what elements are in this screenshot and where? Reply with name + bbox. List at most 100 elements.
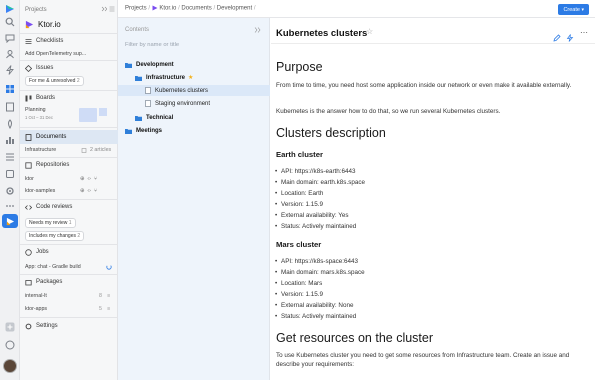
create-button[interactable]: Create ▾ — [558, 4, 589, 15]
contents-panel: Contents Filter by name or title Develop… — [118, 18, 270, 380]
package-row[interactable]: ktor-apps 5 ≡ — [20, 304, 118, 314]
people-icon[interactable] — [5, 49, 15, 59]
review-filter-pill[interactable]: Includes my changes 2 — [25, 231, 85, 241]
tree-item-kubernetes-clusters[interactable]: Kubernetes clusters — [118, 85, 270, 96]
breadcrumb-separator: / — [253, 5, 256, 12]
checklist-icon[interactable] — [5, 152, 15, 162]
menu-icon[interactable] — [109, 6, 115, 12]
lightning-icon[interactable] — [5, 65, 15, 75]
book-icon[interactable] — [5, 102, 15, 112]
collapse-icon[interactable] — [101, 6, 108, 12]
doc-count: 2 articles — [90, 147, 112, 153]
package-menu-icon[interactable]: ≡ — [107, 306, 110, 312]
doc-folder-row[interactable]: Infrastructure 2 articles — [20, 145, 118, 155]
tree-item-staging-environment[interactable]: Staging environment — [118, 98, 270, 109]
packages-section[interactable]: Packages — [20, 276, 118, 288]
issues-icon — [25, 64, 32, 72]
repository-icon — [25, 161, 32, 169]
repositories-section[interactable]: Repositories — [20, 159, 118, 171]
review-filter-pill[interactable]: Needs my review 1 — [25, 218, 76, 228]
checklist-icon — [25, 38, 32, 45]
list-item: Location: Earth — [275, 190, 323, 197]
breadcrumb-development[interactable]: Development — [217, 6, 252, 12]
review-filter-label: Includes my changes — [29, 233, 76, 239]
doc-folder-name: Infrastructure — [25, 147, 57, 153]
repo-actions-icon[interactable]: ⊕ ‹› ⑂ — [80, 188, 97, 194]
breadcrumb-projects[interactable]: Projects — [125, 6, 147, 12]
repo-actions-icon[interactable]: ⊕ ‹› ⑂ — [80, 176, 97, 182]
paragraph: From time to time, you need host some ap… — [276, 82, 572, 89]
issues-filter-pill[interactable]: For me & unresolved 2 — [25, 76, 84, 86]
breadcrumb-project[interactable]: Ktor.io — [159, 6, 176, 12]
issues-filter[interactable]: For me & unresolved 2 — [20, 76, 118, 86]
more-options-icon[interactable]: ⋯ — [580, 28, 588, 37]
more-icon[interactable] — [5, 201, 15, 211]
chart-icon[interactable] — [5, 135, 15, 145]
rocket-icon[interactable] — [5, 119, 15, 129]
package-count: 5 — [99, 306, 102, 312]
document-title: Kubernetes clusters — [276, 28, 368, 39]
breadcrumb-documents[interactable]: Documents — [181, 6, 211, 12]
boards-label: Boards — [36, 95, 56, 101]
package-menu-icon[interactable]: ≡ — [107, 293, 110, 299]
documents-label: Documents — [36, 134, 67, 140]
tree-item-infrastructure[interactable]: Infrastructure ★ — [118, 72, 270, 83]
tree-item-development[interactable]: Development — [118, 59, 270, 70]
checklist-item[interactable]: Add OpenTelemetry sup... — [20, 49, 118, 59]
settings-gear-icon[interactable] — [5, 186, 15, 196]
packages-label: Packages — [36, 279, 63, 285]
chat-icon[interactable] — [5, 33, 15, 43]
checklists-section[interactable]: Checklists — [20, 35, 118, 47]
tree-item-label: Technical — [146, 114, 174, 121]
heading-get-resources: Get resources on the cluster — [276, 331, 434, 345]
boards-section[interactable]: Boards — [20, 92, 118, 104]
paragraph: To use Kubernetes cluster you need to ge… — [276, 352, 570, 368]
issues-section[interactable]: Issues — [20, 62, 118, 74]
list-item: Main domain: earth.k8s.space — [275, 179, 365, 186]
star-outline-icon[interactable]: ☆ — [366, 27, 373, 36]
running-spinner-icon — [106, 264, 112, 270]
doc-list-icon — [81, 147, 88, 153]
add-icon[interactable] — [5, 322, 15, 332]
puzzle-icon[interactable] — [5, 169, 15, 179]
board-preview — [99, 108, 107, 116]
space-logo-icon[interactable] — [5, 4, 15, 14]
board-name[interactable]: Planning — [25, 107, 46, 113]
nav-rail — [0, 0, 20, 380]
project-name: Ktor.io — [38, 19, 61, 29]
repo-row[interactable]: ktor-samples ⊕ ‹› ⑂ — [20, 186, 118, 196]
projects-label: Projects — [25, 7, 47, 13]
package-count: 8 — [99, 293, 102, 299]
tree-item-technical[interactable]: Technical — [118, 112, 270, 123]
list-item: External availability: Yes — [275, 212, 349, 219]
apps-grid-icon[interactable] — [5, 84, 15, 94]
review-filter[interactable]: Includes my changes 2 — [20, 231, 118, 241]
tree-item-meetings[interactable]: Meetings — [118, 125, 270, 136]
repo-row[interactable]: ktor ⊕ ‹› ⑂ — [20, 174, 118, 184]
user-avatar[interactable] — [3, 359, 17, 373]
checklist-item-label: Add OpenTelemetry sup... — [25, 51, 87, 57]
contents-filter-input[interactable]: Filter by name or title — [125, 42, 179, 48]
edit-icon[interactable] — [553, 29, 561, 42]
package-row[interactable]: internal-lt 8 ≡ — [20, 291, 118, 301]
documents-section[interactable]: Documents — [20, 130, 118, 144]
document-view: Kubernetes clusters ☆ ⋯ Purpose From tim… — [271, 18, 595, 380]
jobs-section[interactable]: Jobs — [20, 246, 118, 258]
list-item: Status: Actively maintained — [275, 313, 356, 320]
repo-name: ktor-samples — [25, 188, 56, 194]
code-reviews-section[interactable]: Code reviews — [20, 201, 118, 213]
project-avatar-active[interactable] — [2, 214, 18, 228]
chevron-down-icon: ▾ — [581, 6, 584, 13]
project-title-row[interactable]: Ktor.io — [20, 17, 118, 31]
collapse-panel-icon[interactable] — [254, 27, 261, 33]
review-filter[interactable]: Needs my review 1 — [20, 218, 118, 228]
lightning-action-icon[interactable] — [566, 29, 574, 42]
star-icon[interactable]: ★ — [188, 74, 193, 81]
settings-section[interactable]: Settings — [20, 320, 118, 332]
top-bar: Projects / Ktor.io / Documents / Develop… — [118, 0, 595, 18]
repositories-label: Repositories — [36, 162, 70, 168]
job-row[interactable]: App: chat - Gradle build — [20, 262, 118, 272]
list-item: Location: Mars — [275, 280, 322, 287]
search-icon[interactable] — [5, 17, 15, 27]
help-icon[interactable] — [5, 340, 15, 350]
